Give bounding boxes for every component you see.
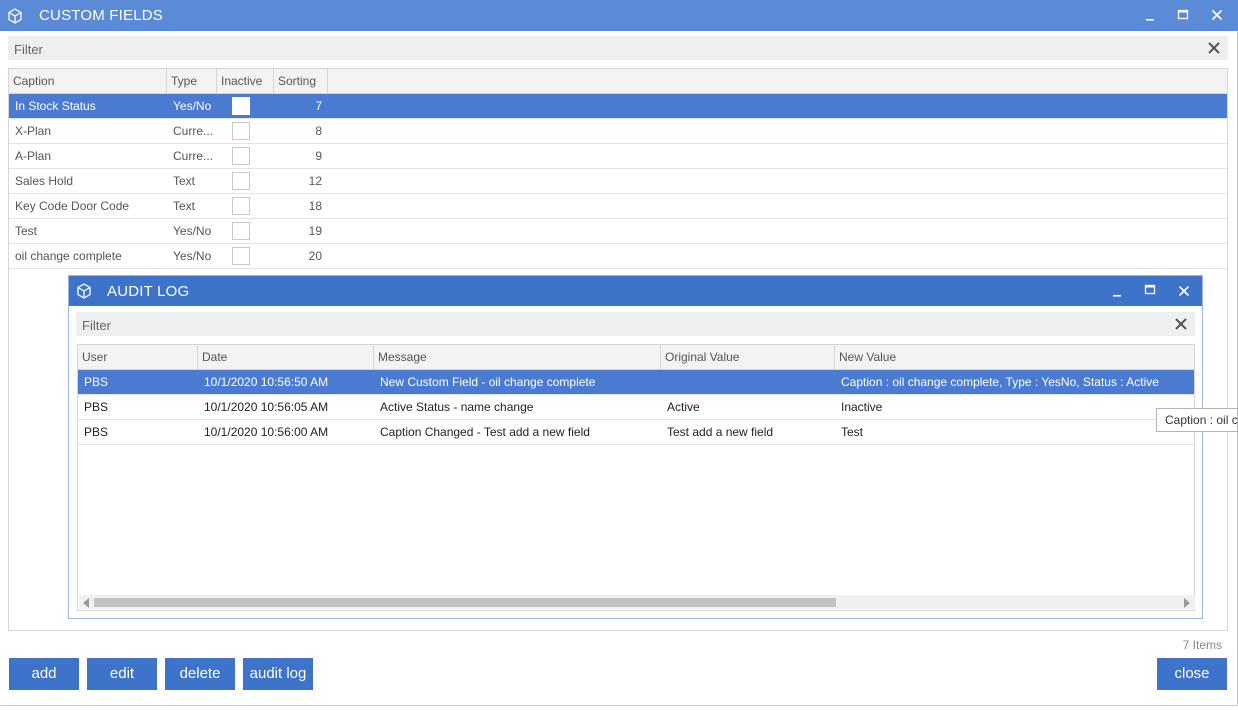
inactive-checkbox[interactable] <box>232 97 250 115</box>
inactive-checkbox[interactable] <box>232 197 250 215</box>
audit-log-title-bar: AUDIT LOG <box>69 276 1202 306</box>
cell-type: Curre... <box>173 124 214 138</box>
inactive-checkbox[interactable] <box>232 147 250 165</box>
title-bar: CUSTOM FIELDS <box>0 0 1238 31</box>
custom-fields-window: CUSTOM FIELDS Filter Caption Type Inacti… <box>0 0 1238 706</box>
table-row[interactable]: X-Plan Curre... 8 <box>9 119 1227 144</box>
table-row[interactable]: A-Plan Curre... 9 <box>9 144 1227 169</box>
column-header-caption[interactable]: Caption <box>9 69 167 93</box>
column-header-inactive[interactable]: Inactive <box>217 69 274 93</box>
cell-sorting: 12 <box>308 174 322 188</box>
cell-original: Test add a new field <box>667 425 774 439</box>
cell-original <box>661 370 835 394</box>
column-header-type[interactable]: Type <box>167 69 217 93</box>
scroll-left-icon[interactable] <box>82 597 90 611</box>
cell-message: Caption Changed - Test add a new field <box>380 425 590 439</box>
column-header-original-value[interactable]: Original Value <box>661 345 835 369</box>
grid-header: Caption Type Inactive Sorting <box>9 69 1227 94</box>
cell-date: 10/1/2020 10:56:50 AM <box>204 375 329 389</box>
filter-bar[interactable]: Filter <box>8 36 1228 60</box>
edit-button[interactable]: edit <box>87 658 157 690</box>
audit-log-grid: User Date Message Original Value New Val… <box>77 344 1195 611</box>
cell-type: Text <box>173 199 196 213</box>
cell-sorting: 8 <box>315 124 322 138</box>
table-row[interactable]: oil change complete Yes/No 20 <box>9 244 1227 269</box>
close-button[interactable]: close <box>1157 658 1227 690</box>
cube-icon <box>6 7 24 25</box>
table-row[interactable]: Test Yes/No 19 <box>9 219 1227 244</box>
table-row[interactable]: PBS 10/1/2020 10:56:00 AM Caption Changed … <box>78 420 1194 445</box>
column-header-user[interactable]: User <box>78 345 198 369</box>
cell-new: Test <box>841 425 864 439</box>
maximize-icon[interactable] <box>1139 279 1161 301</box>
cell-caption: X-Plan <box>15 124 52 138</box>
column-header-date[interactable]: Date <box>198 345 374 369</box>
filter-input[interactable]: Filter <box>14 42 43 57</box>
table-row[interactable]: Sales Hold Text 12 <box>9 169 1227 194</box>
inactive-checkbox[interactable] <box>232 247 250 265</box>
cell-new: Inactive <box>841 400 883 414</box>
cell-message: New Custom Field - oil change complete <box>380 375 596 389</box>
close-icon[interactable] <box>1206 40 1222 56</box>
cell-sorting: 20 <box>308 249 322 263</box>
horizontal-scrollbar[interactable] <box>79 595 1195 609</box>
window-title: CUSTOM FIELDS <box>39 7 164 24</box>
cell-sorting: 7 <box>315 99 322 113</box>
inactive-checkbox[interactable] <box>232 122 250 140</box>
audit-filter-input[interactable]: Filter <box>82 318 111 333</box>
cell-type: Curre... <box>173 149 214 163</box>
cell-caption: Sales Hold <box>15 174 74 188</box>
cell-sorting: 18 <box>308 199 322 213</box>
cell-user: PBS <box>84 425 109 439</box>
table-row[interactable]: PBS 10/1/2020 10:56:50 AM New Custom Field… <box>78 370 1194 395</box>
cell-user: PBS <box>84 400 109 414</box>
inactive-checkbox[interactable] <box>232 172 250 190</box>
cube-icon <box>75 282 93 300</box>
audit-log-button[interactable]: audit log <box>243 658 313 690</box>
cell-date: 10/1/2020 10:56:00 AM <box>204 425 329 439</box>
audit-log-title: AUDIT LOG <box>107 283 190 300</box>
audit-log-window: AUDIT LOG Filter User Date Message Origi… <box>68 275 1203 619</box>
cell-message: Active Status - name change <box>380 400 534 414</box>
column-header-sorting[interactable]: Sorting <box>274 69 328 93</box>
close-icon[interactable] <box>1206 4 1228 26</box>
cell-caption: In Stock Status <box>15 99 96 113</box>
cell-sorting: 19 <box>308 224 322 238</box>
cell-new: Caption : oil change complete, Type : Ye… <box>841 375 1159 389</box>
column-header-new-value[interactable]: New Value <box>835 345 1194 369</box>
cell-caption: Test <box>15 224 38 238</box>
audit-grid-header: User Date Message Original Value New Val… <box>78 345 1194 370</box>
cell-type: Yes/No <box>173 249 212 263</box>
items-count: 7 Items <box>1182 638 1222 652</box>
audit-filter-bar[interactable]: Filter <box>76 312 1195 336</box>
cell-type: Text <box>173 174 196 188</box>
close-icon[interactable] <box>1173 316 1189 332</box>
cell-sorting: 9 <box>315 149 322 163</box>
table-row[interactable]: Key Code Door Code Text 18 <box>9 194 1227 219</box>
cell-caption: A-Plan <box>15 149 52 163</box>
maximize-icon[interactable] <box>1172 4 1194 26</box>
cell-type: Yes/No <box>173 224 212 238</box>
cell-caption: Key Code Door Code <box>15 199 130 213</box>
table-row[interactable]: In Stock Status Yes/No 7 <box>9 94 1227 119</box>
scroll-right-icon[interactable] <box>1183 597 1191 611</box>
inactive-checkbox[interactable] <box>232 222 250 240</box>
cell-original: Active <box>667 400 700 414</box>
minimize-icon[interactable] <box>1139 5 1161 27</box>
table-row[interactable]: PBS 10/1/2020 10:56:05 AM Active Status - … <box>78 395 1194 420</box>
cell-date: 10/1/2020 10:56:05 AM <box>204 400 329 414</box>
tooltip: Caption : oil c <box>1156 408 1238 432</box>
add-button[interactable]: add <box>9 658 79 690</box>
minimize-icon[interactable] <box>1106 281 1128 303</box>
cell-caption: oil change complete <box>15 249 122 263</box>
close-icon[interactable] <box>1173 280 1195 302</box>
column-header-message[interactable]: Message <box>374 345 661 369</box>
scrollbar-thumb[interactable] <box>94 598 836 607</box>
cell-user: PBS <box>84 375 109 389</box>
cell-type: Yes/No <box>173 99 212 113</box>
delete-button[interactable]: delete <box>165 658 235 690</box>
